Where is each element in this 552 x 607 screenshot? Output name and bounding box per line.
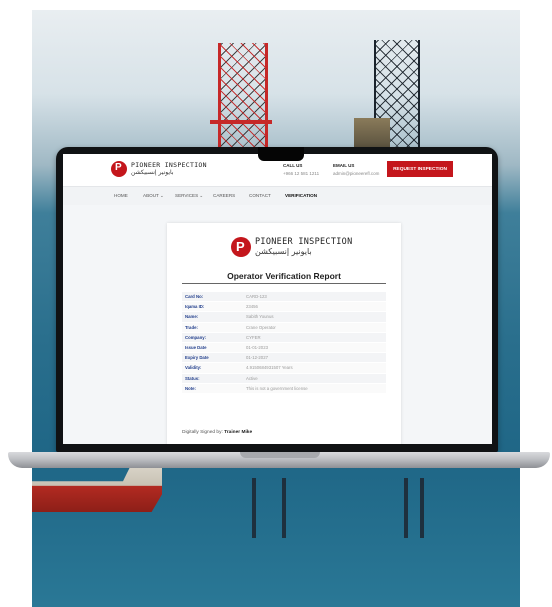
derrick-platform (210, 120, 272, 124)
row-value: This is not a government license (243, 383, 386, 394)
row-label: Card No: (182, 292, 243, 303)
row-label: Iqama ID: (182, 301, 243, 313)
nav-services[interactable]: SERVICES ⌄ (175, 193, 203, 199)
row-label: Expiry Date (182, 352, 243, 364)
nav-about[interactable]: ABOUT ⌄ (143, 193, 164, 199)
rig-leg (252, 478, 256, 538)
table-row: Name: Sabith Younus (182, 311, 386, 323)
row-label: Status: (182, 373, 243, 384)
table-row: Issue Date 01-01-2023 (182, 342, 386, 354)
logo-name-ar: بايونير إنسبيكشن (131, 168, 174, 176)
table-row: Note: This is not a government license (182, 383, 386, 394)
rig-leg (420, 478, 424, 538)
nav-contact[interactable]: CONTACT (249, 193, 271, 198)
logo-name-en: PIONEER INSPECTION (131, 161, 207, 170)
gear-logo-icon (111, 161, 127, 177)
report-logo-name-en: PIONEER INSPECTION (255, 237, 353, 248)
row-label: Company: (182, 332, 243, 343)
report-title: Operator Verification Report (227, 271, 341, 281)
row-value: 4.9150684931507 Years (243, 362, 386, 374)
row-label: Issue Date (182, 342, 243, 354)
operator-info-table: Card No: CARD-123 Iqama ID: 23456 Name: Sabit… (182, 292, 386, 394)
gear-logo-icon (231, 237, 251, 257)
row-label: Note: (182, 383, 243, 394)
row-label: Trade: (182, 322, 243, 333)
signer-name: Trainer Mike (224, 430, 253, 435)
row-value: 23456 (243, 301, 386, 313)
email-us-block: EMAIL US admin@pioneerefl.com (333, 162, 379, 177)
laptop-screen: PIONEER INSPECTION بايونير إنسبيكشن CALL… (63, 154, 492, 444)
table-row: Company: CYFER (182, 332, 386, 343)
call-us-block: CALL US +966 12 581 1211 (283, 162, 319, 177)
table-row: Status: Active (182, 373, 386, 384)
signed-prefix: Digitally Signed by: (182, 430, 223, 435)
call-us-number[interactable]: +966 12 581 1211 (283, 170, 319, 178)
row-value: CARD-123 (243, 292, 386, 303)
rig-leg (404, 478, 408, 538)
main-nav: HOME ABOUT ⌄ SERVICES ⌄ CAREERS CONTACT … (63, 186, 492, 205)
call-us-label: CALL US (283, 163, 303, 168)
row-value: Sabith Younus (243, 311, 386, 323)
table-row: Trade: Crane Operator (182, 322, 386, 333)
row-value: CYFER (243, 332, 386, 343)
request-inspection-button[interactable]: REQUEST INSPECTION (387, 161, 453, 177)
site-logo[interactable]: PIONEER INSPECTION بايونير إنسبيكشن (111, 161, 207, 177)
row-label: Name: (182, 311, 243, 323)
nav-verification[interactable]: VERIFICATION (285, 193, 317, 198)
red-derrick (218, 43, 268, 158)
report-logo-name-ar: بايونير إنسبيكشن (255, 246, 312, 256)
row-value: 01-01-2023 (243, 342, 386, 354)
nav-careers[interactable]: CAREERS (213, 193, 235, 198)
table-row: Validity: 4.9150684931507 Years (182, 362, 386, 374)
row-value: 01-12-2027 (243, 352, 386, 364)
row-label: Validity: (182, 362, 243, 374)
laptop-lid-groove (240, 452, 320, 458)
table-row: Card No: CARD-123 (182, 292, 386, 303)
row-value: Active (243, 373, 386, 384)
title-divider (182, 283, 386, 284)
row-value: Crane Operator (243, 322, 386, 333)
report-logo: PIONEER INSPECTION بايونير إنسبيكشن (231, 237, 353, 257)
table-row: Expiry Date 01-12-2027 (182, 352, 386, 364)
email-us-label: EMAIL US (333, 163, 355, 168)
verification-report-card: PIONEER INSPECTION بايونير إنسبيكشن Oper… (167, 223, 401, 444)
camera-notch (258, 147, 304, 161)
email-us-address[interactable]: admin@pioneerefl.com (333, 170, 379, 178)
nav-home[interactable]: HOME (114, 193, 128, 198)
rig-leg (282, 478, 286, 538)
digital-signature: Digitally Signed by: Trainer Mike (182, 430, 252, 435)
table-row: Iqama ID: 23456 (182, 301, 386, 313)
